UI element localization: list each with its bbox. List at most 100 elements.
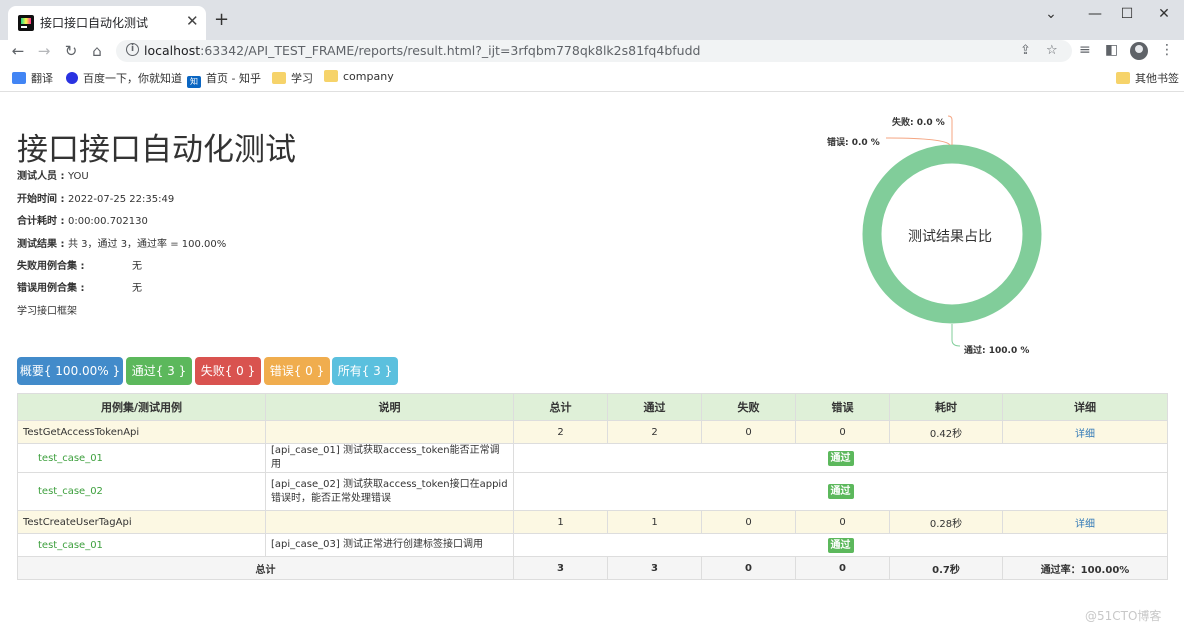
suite-detail-link[interactable]: 详细 xyxy=(1075,519,1095,530)
table-header-row: 用例集/测试用例 说明 总计 通过 失败 错误 耗时 详细 xyxy=(17,393,1168,421)
new-tab-icon[interactable]: + xyxy=(214,10,229,30)
total-row: 总计 3 3 0 0 0.7秒 通过率：100.00% xyxy=(17,556,1168,580)
fail-leader-line xyxy=(947,115,953,145)
suite-name: TestGetAccessTokenApi xyxy=(17,420,266,444)
total-count: 3 xyxy=(513,556,608,580)
case-desc: [api_case_01] 测试获取access_token能否正常调用 xyxy=(265,443,514,473)
more-menu-icon[interactable]: ⋮ xyxy=(1160,42,1174,58)
bookmark-star-icon[interactable]: ☆ xyxy=(1046,43,1058,58)
minimize-icon[interactable]: — xyxy=(1080,6,1110,22)
result-donut-chart: 失败: 0.0 % 错误: 0.0 % 通过: 100.0 % 测试结果占比 xyxy=(820,108,1070,368)
suite-detail-link[interactable]: 详细 xyxy=(1075,429,1095,440)
case-status-badge[interactable]: 通过 xyxy=(827,484,854,499)
bookmark-baidu[interactable]: 百度一下，你就知道 xyxy=(66,70,182,86)
donut-pass-label: 通过: 100.0 % xyxy=(964,346,1030,356)
back-icon[interactable]: ← xyxy=(8,42,28,60)
suite-fail: 0 xyxy=(701,510,796,534)
summary-filter-button[interactable]: 概要{ 100.00% } xyxy=(17,357,123,385)
tab-title: 接口接口自动化测试 xyxy=(40,16,149,30)
total-fail: 0 xyxy=(701,556,796,580)
report-page: 接口接口自动化测试 测试人员 : YOU 开始时间 : 2022-07-25 2… xyxy=(0,92,1184,632)
suite-error: 0 xyxy=(795,420,890,444)
close-tab-icon[interactable]: ✕ xyxy=(186,12,199,30)
all-filter-button[interactable]: 所有{ 3 } xyxy=(332,357,398,385)
browser-toolbar: ← → ↻ ⌂ i localhost:63342/API_TEST_FRAME… xyxy=(0,40,1184,64)
suite-desc xyxy=(265,510,514,534)
donut-fail-label: 失败: 0.0 % xyxy=(892,118,945,128)
reading-list-icon[interactable]: ≡ xyxy=(1079,42,1091,58)
browser-tab[interactable]: 接口接口自动化测试 ✕ xyxy=(8,6,206,40)
tab-strip: 接口接口自动化测试 ✕ + ⌄ — ☐ ✕ xyxy=(0,0,1184,40)
case-name: test_case_01 xyxy=(17,443,266,473)
total-error: 0 xyxy=(795,556,890,580)
col-header-detail: 详细 xyxy=(1002,393,1168,421)
col-header-time: 耗时 xyxy=(889,393,1003,421)
window-close-icon[interactable]: ✕ xyxy=(1149,6,1179,22)
col-header-desc: 说明 xyxy=(265,393,514,421)
suite-fail: 0 xyxy=(701,420,796,444)
error-set-label: 错误用例合集 : xyxy=(17,283,85,294)
case-status-badge[interactable]: 通过 xyxy=(827,450,854,466)
donut-error-label: 错误: 0.0 % xyxy=(827,138,880,148)
translate-icon xyxy=(12,72,26,84)
col-header-total: 总计 xyxy=(513,393,608,421)
address-bar[interactable]: i localhost:63342/API_TEST_FRAME/reports… xyxy=(116,40,1072,62)
side-panel-icon[interactable]: ◧ xyxy=(1105,42,1118,58)
folder-icon xyxy=(1116,72,1130,84)
case-row: test_case_01 [api_case_01] 测试获取access_to… xyxy=(17,443,1168,473)
case-name: test_case_02 xyxy=(17,472,266,511)
start-time-line: 开始时间 : 2022-07-25 22:35:49 xyxy=(17,194,175,205)
case-desc: [api_case_03] 测试正常进行创建标签接口调用 xyxy=(265,533,514,557)
suite-pass: 1 xyxy=(607,510,702,534)
home-icon[interactable]: ⌂ xyxy=(87,42,107,60)
forward-icon[interactable]: → xyxy=(34,42,54,60)
error-leader-line xyxy=(885,137,951,146)
pass-leader-line xyxy=(951,324,961,347)
report-title: 接口接口自动化测试 xyxy=(17,132,296,168)
url-text[interactable]: localhost:63342/API_TEST_FRAME/reports/r… xyxy=(144,43,700,58)
fail-filter-button[interactable]: 失败{ 0 } xyxy=(195,357,261,385)
tester-line: 测试人员 : YOU xyxy=(17,171,89,182)
suite-error: 0 xyxy=(795,510,890,534)
total-label: 总计 xyxy=(17,556,514,580)
bookmark-folder-study[interactable]: 学习 xyxy=(272,70,313,86)
failed-set-label: 失败用例合集 : xyxy=(17,261,85,272)
suite-row: TestCreateUserTagApi 1 1 0 0 0.28秒 详细 xyxy=(17,510,1168,534)
watermark: @51CTO博客 xyxy=(1085,609,1162,623)
suite-total: 1 xyxy=(513,510,608,534)
reload-icon[interactable]: ↻ xyxy=(61,42,81,60)
bookmark-zhihu[interactable]: 知首页 - 知乎 xyxy=(187,70,261,88)
bookmark-translate[interactable]: 翻译 xyxy=(12,70,53,86)
other-bookmarks[interactable]: 其他书签 xyxy=(1116,70,1179,86)
suite-name: TestCreateUserTagApi xyxy=(17,510,266,534)
tab-search-chevron-icon[interactable]: ⌄ xyxy=(1036,6,1066,22)
maximize-icon[interactable]: ☐ xyxy=(1112,6,1142,22)
bookmark-folder-company[interactable]: company xyxy=(324,70,394,83)
site-info-icon[interactable]: i xyxy=(126,43,139,56)
result-line: 测试结果 : 共 3，通过 3，通过率 = 100.00% xyxy=(17,239,227,250)
suite-time: 0.42秒 xyxy=(889,420,1003,444)
suite-row: TestGetAccessTokenApi 2 2 0 0 0.42秒 详细 xyxy=(17,420,1168,444)
col-header-fail: 失败 xyxy=(701,393,796,421)
result-table: 用例集/测试用例 说明 总计 通过 失败 错误 耗时 详细 TestGetAcc… xyxy=(17,393,1168,580)
case-name: test_case_01 xyxy=(17,533,266,557)
report-description: 学习接口框架 xyxy=(17,306,77,317)
zhihu-icon: 知 xyxy=(187,76,201,88)
error-filter-button[interactable]: 错误{ 0 } xyxy=(264,357,330,385)
profile-avatar-icon[interactable] xyxy=(1130,42,1148,60)
pass-filter-button[interactable]: 通过{ 3 } xyxy=(126,357,192,385)
error-set-value: 无 xyxy=(132,283,142,294)
col-header-error: 错误 xyxy=(795,393,890,421)
suite-pass: 2 xyxy=(607,420,702,444)
total-pass-rate: 通过率：100.00% xyxy=(1002,556,1168,580)
folder-icon xyxy=(272,72,286,84)
bookmarks-bar: 翻译 百度一下，你就知道 知首页 - 知乎 学习 company 其他书签 xyxy=(0,64,1184,92)
duration-line: 合计耗时 : 0:00:00.702130 xyxy=(17,216,148,227)
suite-total: 2 xyxy=(513,420,608,444)
case-status-badge[interactable]: 通过 xyxy=(827,537,854,553)
failed-set-value: 无 xyxy=(132,261,142,272)
share-icon[interactable]: ⇪ xyxy=(1020,43,1031,58)
donut-center-text: 测试结果占比 xyxy=(908,229,992,245)
total-pass: 3 xyxy=(607,556,702,580)
case-row: test_case_02 [api_case_02] 测试获取access_to… xyxy=(17,472,1168,511)
